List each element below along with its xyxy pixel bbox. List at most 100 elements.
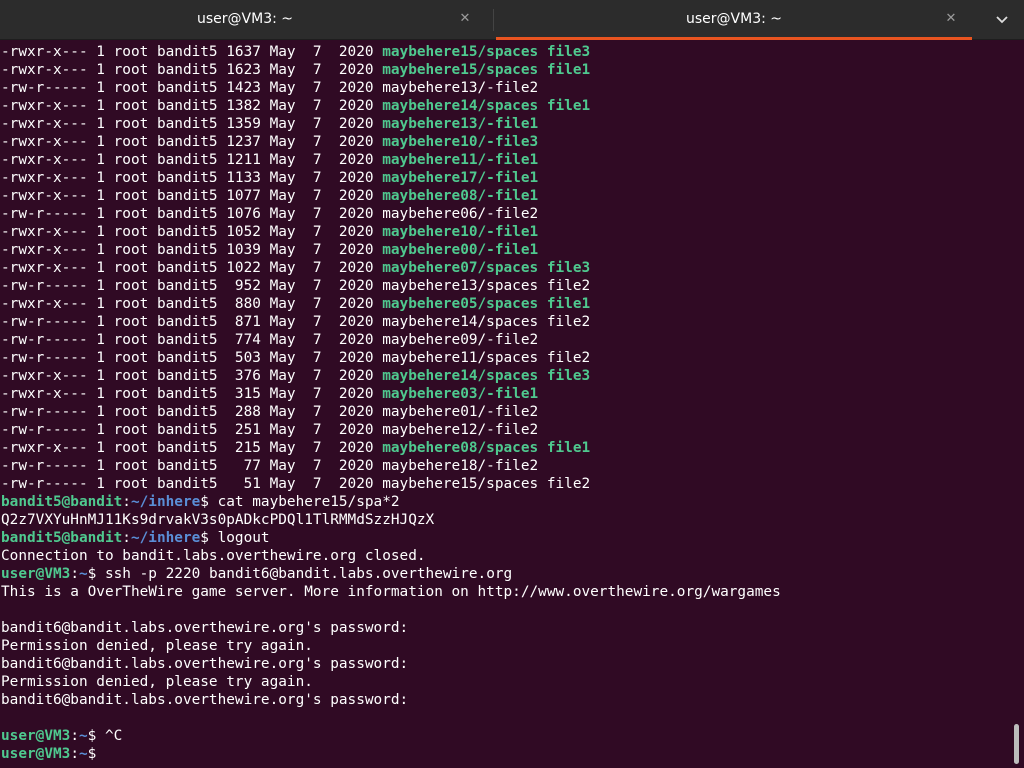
output-line: Permission denied, please try again. [1,638,313,654]
file-attributes: -rwxr-x--- 1 root bandit5 1039 May 7 202… [1,242,383,258]
file-name: maybehere01/-file2 [382,404,539,420]
tab-terminal-2[interactable]: user@VM3: ~ ✕ [496,0,972,40]
prompt-user-host: user@VM3 [1,728,71,744]
close-icon[interactable]: ✕ [456,10,474,28]
terminal-scrollbar[interactable] [1014,724,1019,764]
prompt-separator: : [122,494,131,510]
listing-row: -rwxr-x--- 1 root bandit5 215 May 7 2020… [0,439,1010,457]
listing-row: -rw-r----- 1 root bandit5 288 May 7 2020… [0,403,1010,421]
listing-row: -rw-r----- 1 root bandit5 251 May 7 2020… [0,421,1010,439]
file-name: maybehere13/-file2 [382,80,539,96]
command-text: logout [217,530,270,546]
file-name: maybehere15/spaces file2 [382,476,591,492]
prompt-separator: : [70,746,79,762]
listing-row: -rwxr-x--- 1 root bandit5 1133 May 7 202… [0,169,1010,187]
tabs-menu-button[interactable] [990,10,1014,30]
prompt-symbol: $ [87,566,105,582]
active-tab-indicator [496,37,972,40]
file-name: maybehere06/-file2 [382,206,539,222]
file-name: maybehere15/spaces file3 [382,44,591,60]
file-name: maybehere13/spaces file2 [382,278,591,294]
file-attributes: -rwxr-x--- 1 root bandit5 880 May 7 2020 [1,296,383,312]
output-line: Permission denied, please try again. [1,674,313,690]
listing-row: -rwxr-x--- 1 root bandit5 315 May 7 2020… [0,385,1010,403]
prompt-separator: : [122,530,131,546]
file-attributes: -rw-r----- 1 root bandit5 251 May 7 2020 [1,422,383,438]
prompt-line: bandit5@bandit:~/inhere$ cat maybehere15… [0,493,1010,511]
file-name: maybehere10/-file3 [382,134,539,150]
file-name: maybehere11/spaces file2 [382,350,591,366]
file-name: maybehere17/-file1 [382,170,539,186]
prompt-symbol: $ [200,530,218,546]
file-attributes: -rw-r----- 1 root bandit5 1423 May 7 202… [1,80,383,96]
prompt-line: user@VM3:~$ ^C [0,727,1010,745]
file-attributes: -rw-r----- 1 root bandit5 288 May 7 2020 [1,404,383,420]
file-name: maybehere08/-file1 [382,188,539,204]
file-name: maybehere15/spaces file1 [382,62,591,78]
listing-row: -rw-r----- 1 root bandit5 1076 May 7 202… [0,205,1010,223]
prompt-path: ~ [78,566,88,582]
output-line: bandit6@bandit.labs.overthewire.org's pa… [1,620,409,636]
listing-row: -rw-r----- 1 root bandit5 952 May 7 2020… [0,277,1010,295]
tab-divider [493,9,494,31]
file-name: maybehere14/spaces file1 [382,98,591,114]
file-name: maybehere10/-file1 [382,224,539,240]
output-line: bandit6@bandit.labs.overthewire.org's pa… [1,692,409,708]
prompt-user-host: bandit5@bandit [1,494,123,510]
close-icon[interactable]: ✕ [942,10,960,28]
terminal-output[interactable]: -rwxr-x--- 1 root bandit5 1637 May 7 202… [0,43,1010,768]
prompt-path: ~ [78,728,88,744]
file-name: maybehere08/spaces file1 [382,440,591,456]
file-attributes: -rwxr-x--- 1 root bandit5 376 May 7 2020 [1,368,383,384]
file-attributes: -rw-r----- 1 root bandit5 503 May 7 2020 [1,350,383,366]
file-attributes: -rwxr-x--- 1 root bandit5 1211 May 7 202… [1,152,383,168]
prompt-path: ~/inhere [130,494,201,510]
prompt-user-host: user@VM3 [1,746,71,762]
prompt-symbol: $ [200,494,218,510]
tab-bar: user@VM3: ~ ✕ user@VM3: ~ ✕ [0,0,1024,40]
file-attributes: -rw-r----- 1 root bandit5 952 May 7 2020 [1,278,383,294]
file-attributes: -rwxr-x--- 1 root bandit5 1623 May 7 202… [1,62,383,78]
file-attributes: -rwxr-x--- 1 root bandit5 1359 May 7 202… [1,116,383,132]
file-attributes: -rwxr-x--- 1 root bandit5 1237 May 7 202… [1,134,383,150]
tab-title: user@VM3: ~ [686,11,782,27]
tab-terminal-1[interactable]: user@VM3: ~ ✕ [0,0,490,40]
listing-row: -rw-r----- 1 root bandit5 774 May 7 2020… [0,331,1010,349]
output-line: Connection to bandit.labs.overthewire.or… [1,548,426,564]
listing-row: -rw-r----- 1 root bandit5 77 May 7 2020 … [0,457,1010,475]
prompt-separator: : [70,566,79,582]
prompt-user-host: bandit5@bandit [1,530,123,546]
file-name: maybehere12/-file2 [382,422,539,438]
chevron-down-icon [996,16,1008,24]
listing-row: -rwxr-x--- 1 root bandit5 1623 May 7 202… [0,61,1010,79]
file-name: maybehere14/spaces file2 [382,314,591,330]
output-line: This is a OverTheWire game server. More … [1,584,781,600]
command-text: ^C [104,728,123,744]
output-line: Q2z7VXYuHnMJ11Ks9drvakV3s0pADkcPDQl1TlRM… [1,512,435,528]
file-name: maybehere18/-file2 [382,458,539,474]
file-name: maybehere13/-file1 [382,116,539,132]
prompt-user-host: user@VM3 [1,566,71,582]
listing-row: -rw-r----- 1 root bandit5 51 May 7 2020 … [0,475,1010,493]
file-attributes: -rwxr-x--- 1 root bandit5 1637 May 7 202… [1,44,383,60]
listing-row: -rwxr-x--- 1 root bandit5 1237 May 7 202… [0,133,1010,151]
command-text: ssh -p 2220 bandit6@bandit.labs.overthew… [104,566,513,582]
listing-row: -rw-r----- 1 root bandit5 871 May 7 2020… [0,313,1010,331]
file-attributes: -rwxr-x--- 1 root bandit5 1022 May 7 202… [1,260,383,276]
listing-row: -rwxr-x--- 1 root bandit5 1022 May 7 202… [0,259,1010,277]
terminal-window: user@VM3: ~ ✕ user@VM3: ~ ✕ -rwxr-x--- 1… [0,0,1024,768]
file-attributes: -rw-r----- 1 root bandit5 871 May 7 2020 [1,314,383,330]
listing-row: -rwxr-x--- 1 root bandit5 1211 May 7 202… [0,151,1010,169]
listing-row: -rwxr-x--- 1 root bandit5 1039 May 7 202… [0,241,1010,259]
file-name: maybehere09/-file2 [382,332,539,348]
file-name: maybehere07/spaces file3 [382,260,591,276]
prompt-symbol: $ [87,728,105,744]
file-name: maybehere00/-file1 [382,242,539,258]
file-attributes: -rw-r----- 1 root bandit5 77 May 7 2020 [1,458,383,474]
file-attributes: -rwxr-x--- 1 root bandit5 1077 May 7 202… [1,188,383,204]
listing-row: -rwxr-x--- 1 root bandit5 880 May 7 2020… [0,295,1010,313]
tab-title: user@VM3: ~ [197,11,293,27]
command-text: cat maybehere15/spa*2 [217,494,400,510]
prompt-line: user@VM3:~$ [0,745,1010,763]
